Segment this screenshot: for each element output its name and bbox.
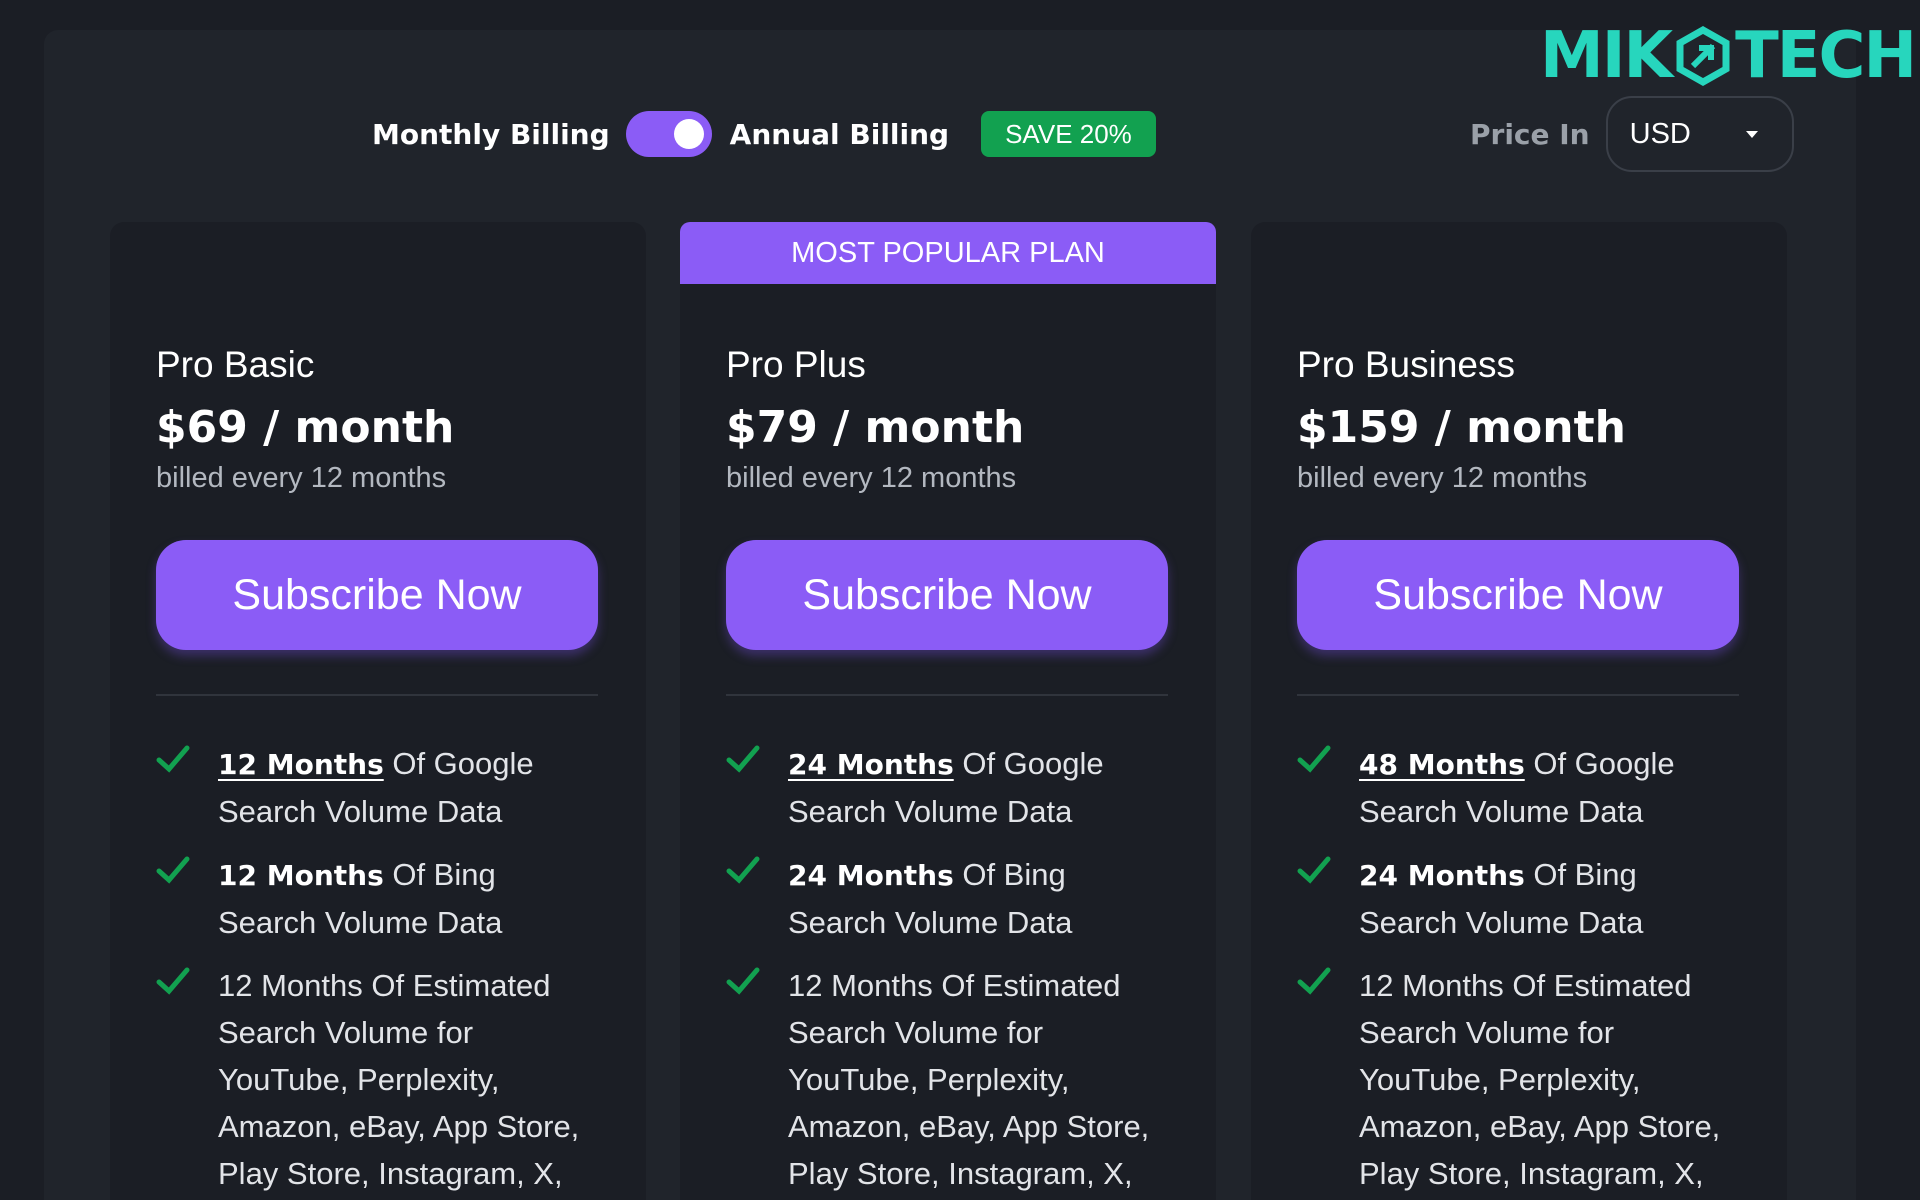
check-icon xyxy=(1297,745,1331,773)
logo-text-left: MIK xyxy=(1540,19,1673,93)
billing-period-toggle[interactable] xyxy=(625,111,712,157)
feature-item: 12 Months Of Estimated Search Volume for… xyxy=(1297,962,1739,1197)
feature-list: 48 Months Of Google Search Volume Data 2… xyxy=(1297,740,1739,1197)
billing-note: billed every 12 months xyxy=(1297,462,1588,494)
feature-list: 12 Months Of Google Search Volume Data 1… xyxy=(156,740,598,1197)
annual-billing-label[interactable]: Annual Billing xyxy=(730,118,949,151)
currency-row: Price In USD xyxy=(1470,96,1794,172)
logo-text-right: TECH xyxy=(1735,19,1917,93)
subscribe-button[interactable]: Subscribe Now xyxy=(726,540,1168,650)
feature-item: 24 Months Of Bing Search Volume Data xyxy=(1297,851,1739,946)
feature-item: 24 Months Of Google Search Volume Data xyxy=(726,740,1168,835)
feature-item: 12 Months Of Bing Search Volume Data xyxy=(156,851,598,946)
caret-down-icon xyxy=(1745,130,1758,138)
feature-list: 24 Months Of Google Search Volume Data 2… xyxy=(726,740,1168,1197)
feature-text: 12 Months Of Estimated Search Volume for… xyxy=(1359,968,1721,1191)
feature-lead-link[interactable]: 12 Months xyxy=(218,748,384,781)
feature-text: 12 Months Of Google Search Volume Data xyxy=(218,740,598,835)
check-icon xyxy=(726,967,760,995)
currency-value: USD xyxy=(1629,117,1691,150)
feature-lead: 12 Months xyxy=(218,859,384,892)
feature-lead: 24 Months xyxy=(1359,859,1525,892)
feature-lead-link[interactable]: 48 Months xyxy=(1359,748,1525,781)
feature-text: 12 Months Of Estimated Search Volume for… xyxy=(218,968,580,1191)
save-badge: SAVE 20% xyxy=(981,111,1156,157)
plan-card-pro-business: Pro Business $159 / month billed every 1… xyxy=(1251,222,1787,1200)
feature-text: 48 Months Of Google Search Volume Data xyxy=(1359,740,1739,835)
plan-card-pro-basic: Pro Basic $69 / month billed every 12 mo… xyxy=(110,222,646,1200)
billing-note: billed every 12 months xyxy=(726,462,1017,494)
feature-text: 24 Months Of Bing Search Volume Data xyxy=(1359,851,1739,946)
price-in-label: Price In xyxy=(1470,117,1590,151)
subscribe-button[interactable]: Subscribe Now xyxy=(156,540,598,650)
feature-text: 24 Months Of Bing Search Volume Data xyxy=(788,851,1168,946)
check-icon xyxy=(726,745,760,773)
toggle-knob xyxy=(673,119,704,149)
check-icon xyxy=(1297,856,1331,884)
logo-hexagon-icon xyxy=(1676,26,1730,86)
plan-price: $159 / month xyxy=(1297,402,1626,453)
billing-note: billed every 12 months xyxy=(156,462,447,494)
plan-name: Pro Business xyxy=(1297,344,1515,385)
feature-item: 24 Months Of Bing Search Volume Data xyxy=(726,851,1168,946)
subscribe-button[interactable]: Subscribe Now xyxy=(1297,540,1739,650)
plan-price: $69 / month xyxy=(156,402,455,453)
feature-item: 12 Months Of Estimated Search Volume for… xyxy=(726,962,1168,1197)
feature-text: 12 Months Of Bing Search Volume Data xyxy=(218,851,598,946)
check-icon xyxy=(156,967,190,995)
feature-item: 48 Months Of Google Search Volume Data xyxy=(1297,740,1739,835)
feature-text: 12 Months Of Estimated Search Volume for… xyxy=(788,968,1150,1191)
check-icon xyxy=(156,856,190,884)
check-icon xyxy=(726,856,760,884)
plan-price: $79 / month xyxy=(726,402,1025,453)
divider xyxy=(156,694,598,696)
plan-name: Pro Plus xyxy=(726,344,866,385)
plan-card-pro-plus: MOST POPULAR PLAN Pro Plus $79 / month b… xyxy=(680,222,1216,1200)
feature-lead: 24 Months xyxy=(788,859,954,892)
check-icon xyxy=(156,745,190,773)
divider xyxy=(1297,694,1739,696)
currency-select[interactable]: USD xyxy=(1605,96,1794,172)
divider xyxy=(726,694,1168,696)
monthly-billing-label[interactable]: Monthly Billing xyxy=(372,118,610,151)
feature-text: 24 Months Of Google Search Volume Data xyxy=(788,740,1168,835)
feature-item: 12 Months Of Google Search Volume Data xyxy=(156,740,598,835)
check-icon xyxy=(1297,967,1331,995)
mikotech-logo: MIK TECH xyxy=(1540,19,1917,93)
billing-toggle-row: Monthly Billing Annual Billing SAVE 20% xyxy=(372,108,1156,160)
feature-item: 12 Months Of Estimated Search Volume for… xyxy=(156,962,598,1197)
plan-name: Pro Basic xyxy=(156,344,315,385)
most-popular-banner: MOST POPULAR PLAN xyxy=(680,222,1216,284)
feature-lead-link[interactable]: 24 Months xyxy=(788,748,954,781)
